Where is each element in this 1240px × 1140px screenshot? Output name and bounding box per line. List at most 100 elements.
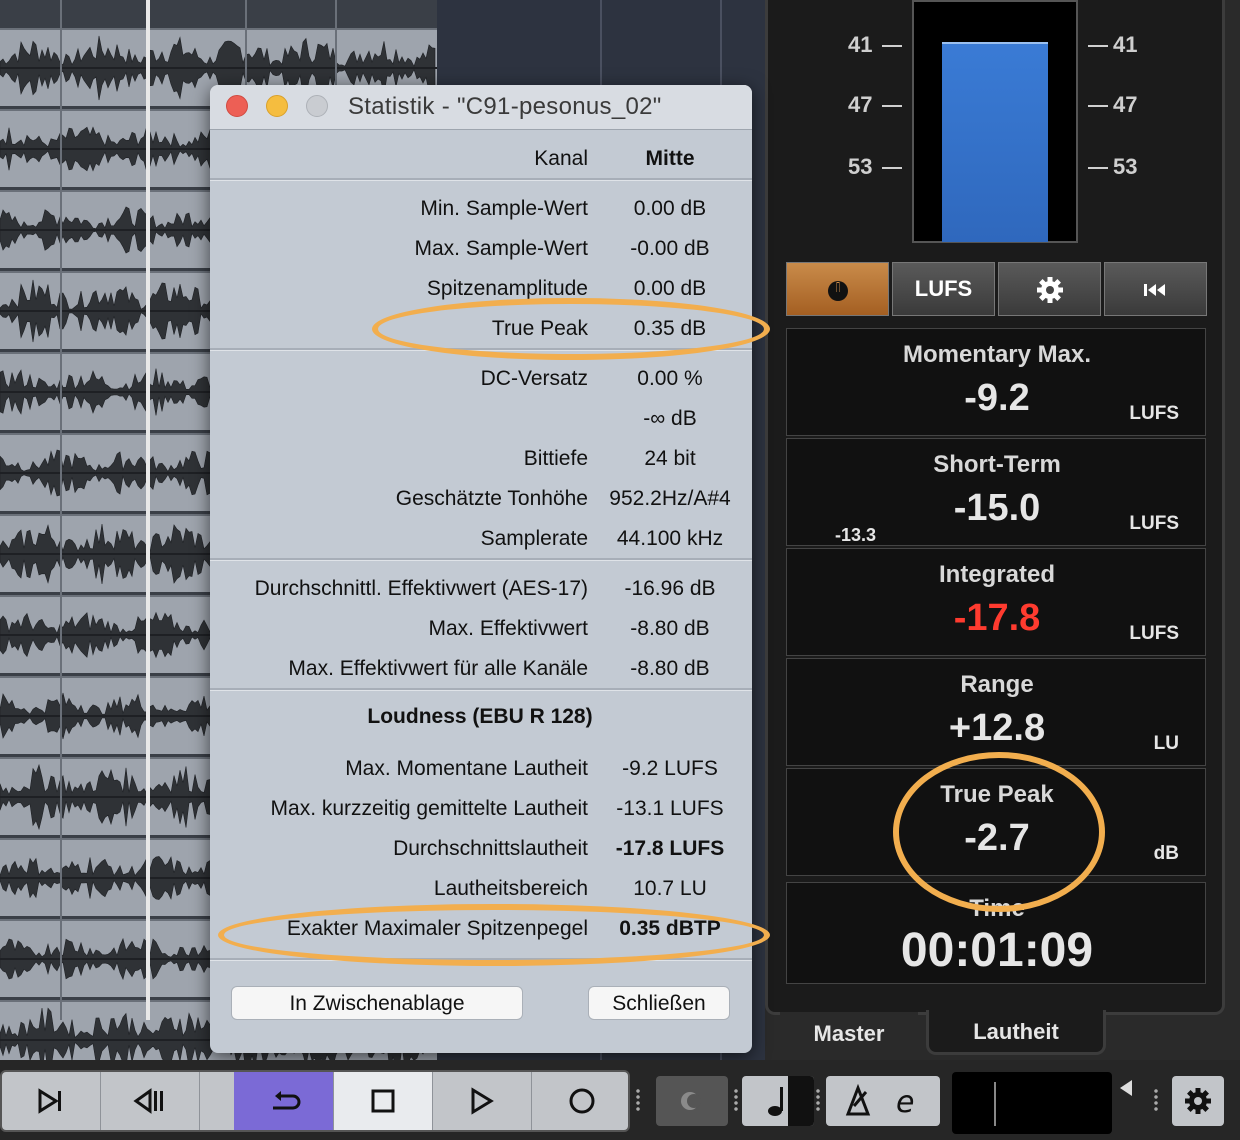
- toolbar-grip[interactable]: [636, 1088, 640, 1112]
- integrated-label: Integrated: [938, 561, 1055, 588]
- close-window-button[interactable]: [226, 95, 248, 117]
- stop-button[interactable]: [334, 1072, 433, 1130]
- statistics-dialog: Statistik - "C91-pesonus_02" Kanal Mitte…: [210, 85, 752, 1053]
- play-icon: [471, 1087, 494, 1115]
- stat-value: -∞ dB: [643, 407, 697, 430]
- time-value: 00:01:09: [900, 924, 1094, 977]
- scale-tick: [1088, 45, 1108, 47]
- previous-marker-button[interactable]: [101, 1072, 200, 1130]
- stat-row: True Peak 0.35 dB: [210, 313, 752, 349]
- stat-row: Bittiefe 24 bit: [210, 443, 752, 479]
- zoom-window-button[interactable]: [306, 95, 328, 117]
- metronome-toggle[interactable]: [788, 1076, 814, 1126]
- play-button[interactable]: [433, 1072, 532, 1130]
- time-label: Time: [969, 895, 1025, 922]
- transport-settings-button[interactable]: [1172, 1076, 1224, 1126]
- stat-row: DC-Versatz 0.00 %: [210, 363, 752, 399]
- stat-row: -∞ dB: [210, 403, 752, 439]
- true-peak-label: True Peak: [940, 781, 1054, 808]
- true-peak-unit: dB: [1153, 843, 1179, 864]
- stat-row: Samplerate 44.100 kHz: [210, 523, 752, 559]
- copy-to-clipboard-button[interactable]: In Zwischenablage: [231, 986, 523, 1020]
- stat-label: Bittiefe: [523, 447, 588, 470]
- toolbar-grip[interactable]: [1154, 1088, 1158, 1112]
- scale-label-left: 53: [848, 154, 873, 179]
- cycle-button[interactable]: [234, 1072, 334, 1130]
- stat-row: Durchschnittl. Effektivwert (AES-17) -16.…: [210, 573, 752, 609]
- stat-value: -8.80 dB: [630, 657, 710, 680]
- punch-icon: [681, 1092, 701, 1110]
- transport-controls: [0, 1070, 630, 1132]
- dialog-titlebar[interactable]: Statistik - "C91-pesonus_02": [210, 85, 752, 130]
- loudness-label: Max. Momentane Lautheit: [345, 757, 588, 780]
- loudness-label: Durchschnittslautheit: [393, 837, 588, 860]
- short-term-cell: Short-Term -15.0 LUFS -13.3: [786, 438, 1206, 546]
- settings-icon: [1185, 1088, 1211, 1114]
- loudness-value: -13.1 LUFS: [616, 797, 724, 820]
- range-unit: LU: [1153, 733, 1179, 754]
- collapse-arrow-icon[interactable]: [1120, 1080, 1132, 1096]
- loudness-label: Lautheitsbereich: [433, 877, 588, 900]
- tab-lautheit[interactable]: Lautheit: [926, 1010, 1106, 1055]
- separator: [210, 958, 752, 961]
- loudness-value: -17.8 LUFS: [615, 837, 725, 860]
- stat-value: 0.00 %: [637, 367, 703, 390]
- loudness-row: Lautheitsbereich 10.7 LU: [210, 873, 752, 909]
- svg-text:e: e: [896, 1085, 914, 1118]
- short-term-label: Short-Term: [933, 451, 1061, 478]
- momentary-max-unit: LUFS: [1129, 403, 1179, 424]
- go-to-end-button[interactable]: [2, 1072, 101, 1130]
- scale-tick: [882, 105, 902, 107]
- display-cursor: [994, 1082, 996, 1126]
- loudness-value: -9.2 LUFS: [622, 757, 718, 780]
- tempo-button[interactable]: e: [826, 1076, 940, 1126]
- loudness-label: Exakter Maximaler Spitzenpegel: [286, 917, 588, 940]
- toolbar-grip[interactable]: [816, 1088, 820, 1112]
- minimize-window-button[interactable]: [266, 95, 288, 117]
- range-label: Range: [960, 671, 1034, 698]
- range-cell: Range +12.8 LU: [786, 658, 1206, 766]
- stat-label: Spitzenamplitude: [426, 277, 588, 300]
- reset-button[interactable]: [1104, 262, 1207, 316]
- stat-row: Max. Effektivwert -8.80 dB: [210, 613, 752, 649]
- stat-value: 0.00 dB: [633, 197, 707, 220]
- integrated-cell: Integrated -17.8 LUFS: [786, 548, 1206, 656]
- power-icon: [827, 281, 848, 302]
- tab-master[interactable]: Master: [780, 1012, 918, 1052]
- tempo-icon: e: [845, 1084, 914, 1118]
- toolbar-grip[interactable]: [734, 1088, 738, 1112]
- loudness-row: Max. kurzzeitig gemittelte Lautheit -13.1…: [210, 793, 752, 829]
- channel-row: Kanal Mitte: [210, 143, 752, 179]
- separator: [210, 348, 752, 351]
- integrated-unit: LUFS: [1129, 623, 1179, 644]
- cycle-icon: [272, 1091, 300, 1110]
- true-peak-value: -2.7: [964, 817, 1030, 859]
- lufs-button[interactable]: LUFS: [892, 262, 995, 316]
- gear-icon: [1036, 277, 1063, 304]
- clip-divider: [60, 0, 62, 1020]
- scale-label-right: 41: [1113, 32, 1138, 57]
- stat-label: Min. Sample-Wert: [420, 197, 588, 220]
- loudness-label: Max. kurzzeitig gemittelte Lautheit: [270, 797, 588, 820]
- stat-label: DC-Versatz: [480, 367, 588, 390]
- time-cell: Time 00:01:09: [786, 882, 1206, 984]
- short-term-sub-value: -13.3: [835, 525, 877, 545]
- close-button[interactable]: Schließen: [588, 986, 730, 1020]
- stat-label: Max. Effektivwert: [428, 617, 589, 640]
- loudness-value: 0.35 dBTP: [619, 917, 721, 940]
- stat-label: Max. Effektivwert für alle Kanäle: [288, 657, 588, 680]
- separator: [210, 688, 752, 691]
- stat-label: Durchschnittl. Effektivwert (AES-17): [254, 577, 588, 600]
- stat-value: -0.00 dB: [630, 237, 710, 260]
- scale-label-left: 47: [848, 92, 873, 117]
- scale-label-left: 41: [848, 32, 873, 57]
- punch-button[interactable]: [656, 1076, 728, 1126]
- range-value: +12.8: [948, 707, 1046, 749]
- loudness-row: Durchschnittslautheit -17.8 LUFS: [210, 833, 752, 869]
- power-button[interactable]: [786, 262, 889, 316]
- record-button[interactable]: [532, 1072, 628, 1130]
- meter-settings-button[interactable]: [998, 262, 1101, 316]
- playhead-cursor[interactable]: [146, 0, 150, 1020]
- scale-label-right: 47: [1113, 92, 1138, 117]
- true-peak-cell: True Peak -2.7 dB: [786, 768, 1206, 876]
